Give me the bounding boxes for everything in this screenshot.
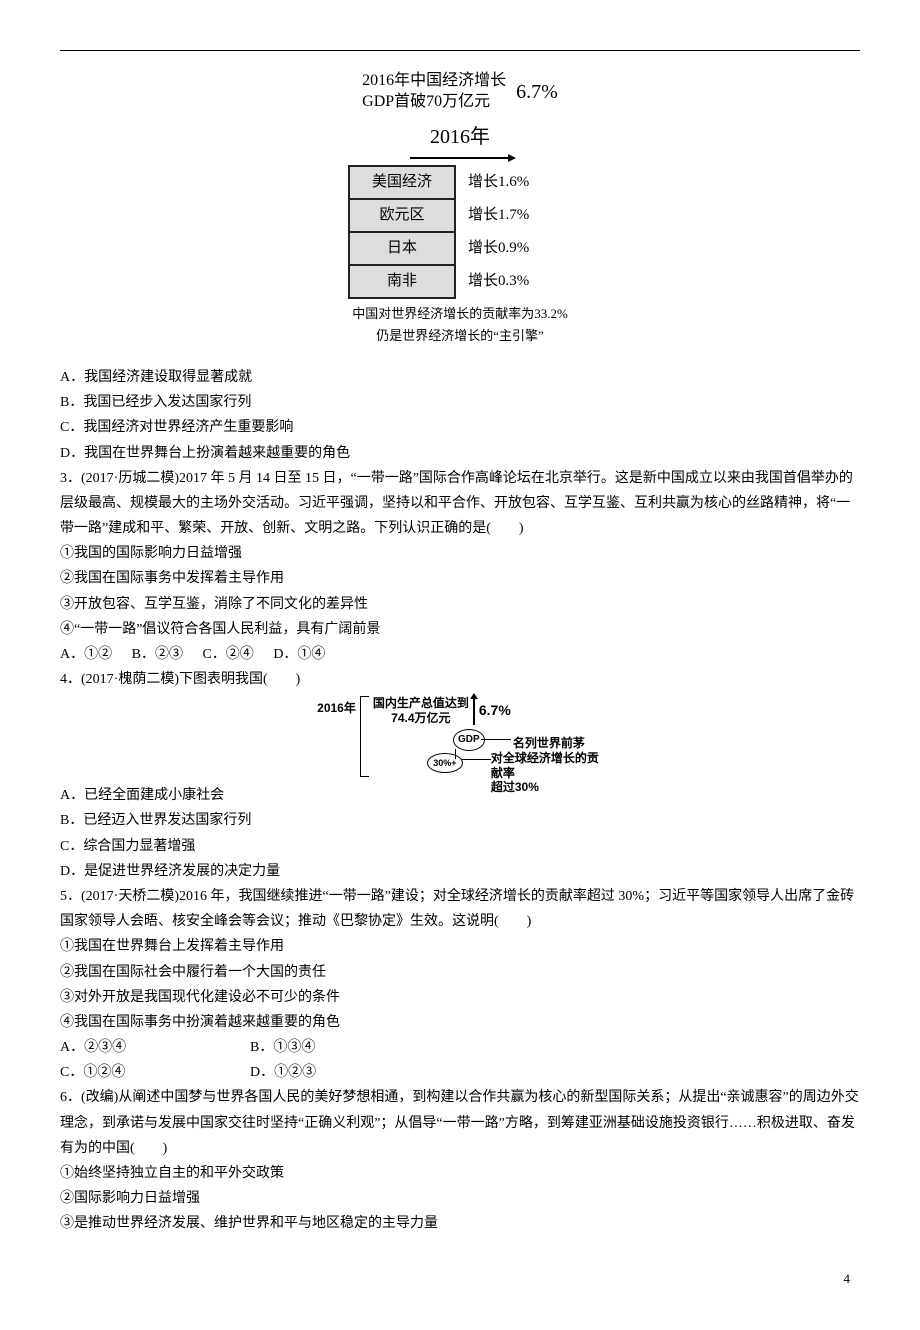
q4-label-contrib-l1: 对全球经济增长的贡献率	[491, 751, 603, 780]
connector-line	[461, 759, 491, 760]
q2-fig-title-l1: 2016年中国经济增长	[362, 71, 506, 92]
q2-fig-table: 美国经济增长1.6% 欧元区增长1.7% 日本增长0.9% 南非增长0.3%	[348, 165, 572, 299]
q3-stmt-3: ③开放包容、互学互鉴，消除了不同文化的差异性	[60, 592, 860, 617]
q5-option-b: B．①③④	[250, 1035, 315, 1060]
connector-line	[481, 739, 511, 740]
q6-stmt-2: ②国际影响力日益增强	[60, 1186, 860, 1211]
q2-option-a: A．我国经济建设取得显著成就	[60, 365, 860, 390]
q4-option-a: A．已经全面建成小康社会	[60, 783, 860, 808]
page-number: 4	[60, 1267, 860, 1290]
q3-option-a: A．①②	[60, 647, 112, 662]
q2-option-d: D．我国在世界舞台上扮演着越来越重要的角色	[60, 441, 860, 466]
q2-fig-header: 2016年中国经济增长 GDP首破70万亿元 6.7%	[60, 71, 860, 113]
q6-stmt-1: ①始终坚持独立自主的和平外交政策	[60, 1161, 860, 1186]
q3-stmt-2: ②我国在国际事务中发挥着主导作用	[60, 566, 860, 591]
q5-options-row2: C．①②④ D．①②③	[60, 1060, 860, 1085]
growth-cell: 增长1.6%	[455, 166, 571, 199]
q4-label-contrib-l2: 超过30%	[491, 780, 603, 794]
q3-stmt-1: ①我国的国际影响力日益增强	[60, 541, 860, 566]
q5-option-a: A．②③④	[60, 1035, 250, 1060]
region-cell: 日本	[349, 232, 455, 265]
region-cell: 欧元区	[349, 199, 455, 232]
growth-cell: 增长1.7%	[455, 199, 571, 232]
q2-option-b: B．我国已经步入发达国家行列	[60, 390, 860, 415]
q5-stem: 5．(2017·天桥二模)2016 年，我国继续推进“一带一路”建设；对全球经济…	[60, 884, 860, 934]
q3-option-c: C．②④	[202, 647, 253, 662]
q2-figure: 2016年中国经济增长 GDP首破70万亿元 6.7% 2016年 美国经济增长…	[60, 71, 860, 345]
growth-cell: 增长0.3%	[455, 265, 571, 298]
growth-cell: 增长0.9%	[455, 232, 571, 265]
q6-stmt-3: ③是推动世界经济发展、维护世界和平与地区稳定的主导力量	[60, 1211, 860, 1236]
q4-stem: 4．(2017·槐荫二模)下图表明我国( )	[60, 667, 860, 692]
q3-options: A．①② B．②③ C．②④ D．①④	[60, 642, 860, 667]
q2-fig-title-l2: GDP首破70万亿元	[362, 92, 506, 113]
table-row: 美国经济增长1.6%	[349, 166, 571, 199]
q3-option-b: B．②③	[132, 647, 183, 662]
region-cell: 南非	[349, 265, 455, 298]
gdp-badge: GDP	[453, 729, 485, 751]
table-row: 欧元区增长1.7%	[349, 199, 571, 232]
q5-options-row1: A．②③④ B．①③④	[60, 1035, 860, 1060]
q2-fig-year: 2016年	[410, 119, 510, 159]
q5-stmt-1: ①我国在世界舞台上发挥着主导作用	[60, 934, 860, 959]
q6-stem: 6．(改编)从阐述中国梦与世界各国人民的美好梦想相通，到构建以合作共赢为核心的新…	[60, 1085, 860, 1161]
top-rule	[60, 50, 860, 51]
region-cell: 美国经济	[349, 166, 455, 199]
q4-option-b: B．已经迈入世界发达国家行列	[60, 808, 860, 833]
table-row: 南非增长0.3%	[349, 265, 571, 298]
q4-option-c: C．综合国力显著增强	[60, 834, 860, 859]
q4-gdp-l2: 74.4万亿元	[373, 711, 469, 725]
q4-figure: 2016年 国内生产总值达到 74.4万亿元 6.7% GDP 30%+ 名列世…	[60, 696, 860, 777]
q5-stmt-4: ④我国在国际事务中扮演着越来越重要的角色	[60, 1010, 860, 1035]
q3-stem: 3．(2017·历城二模)2017 年 5 月 14 日至 15 日，“一带一路…	[60, 466, 860, 542]
q2-fig-caption2: 仍是世界经济增长的“主引擎”	[60, 327, 860, 345]
q5-option-d: D．①②③	[250, 1060, 316, 1085]
q5-stmt-3: ③对外开放是我国现代化建设必不可少的条件	[60, 985, 860, 1010]
q2-fig-caption1: 中国对世界经济增长的贡献率为33.2%	[60, 305, 860, 323]
q4-label-contrib: 对全球经济增长的贡献率 超过30%	[491, 751, 603, 794]
q4-pct: 6.7%	[479, 698, 511, 723]
q4-gdp-l1: 国内生产总值达到	[373, 696, 469, 710]
q2-fig-pct: 6.7%	[516, 74, 558, 110]
q4-fig-year: 2016年	[317, 696, 360, 720]
q3-option-d: D．①④	[273, 647, 325, 662]
q4-option-d: D．是促进世界经济发展的决定力量	[60, 859, 860, 884]
q5-stmt-2: ②我国在国际社会中履行着一个大国的责任	[60, 960, 860, 985]
q5-option-c: C．①②④	[60, 1060, 250, 1085]
pct30-badge: 30%+	[427, 753, 463, 773]
arrow-up-icon	[473, 697, 475, 725]
brace-icon	[360, 696, 369, 777]
table-row: 日本增长0.9%	[349, 232, 571, 265]
q2-option-c: C．我国经济对世界经济产生重要影响	[60, 415, 860, 440]
q3-stmt-4: ④“一带一路”倡议符合各国人民利益，具有广阔前景	[60, 617, 860, 642]
